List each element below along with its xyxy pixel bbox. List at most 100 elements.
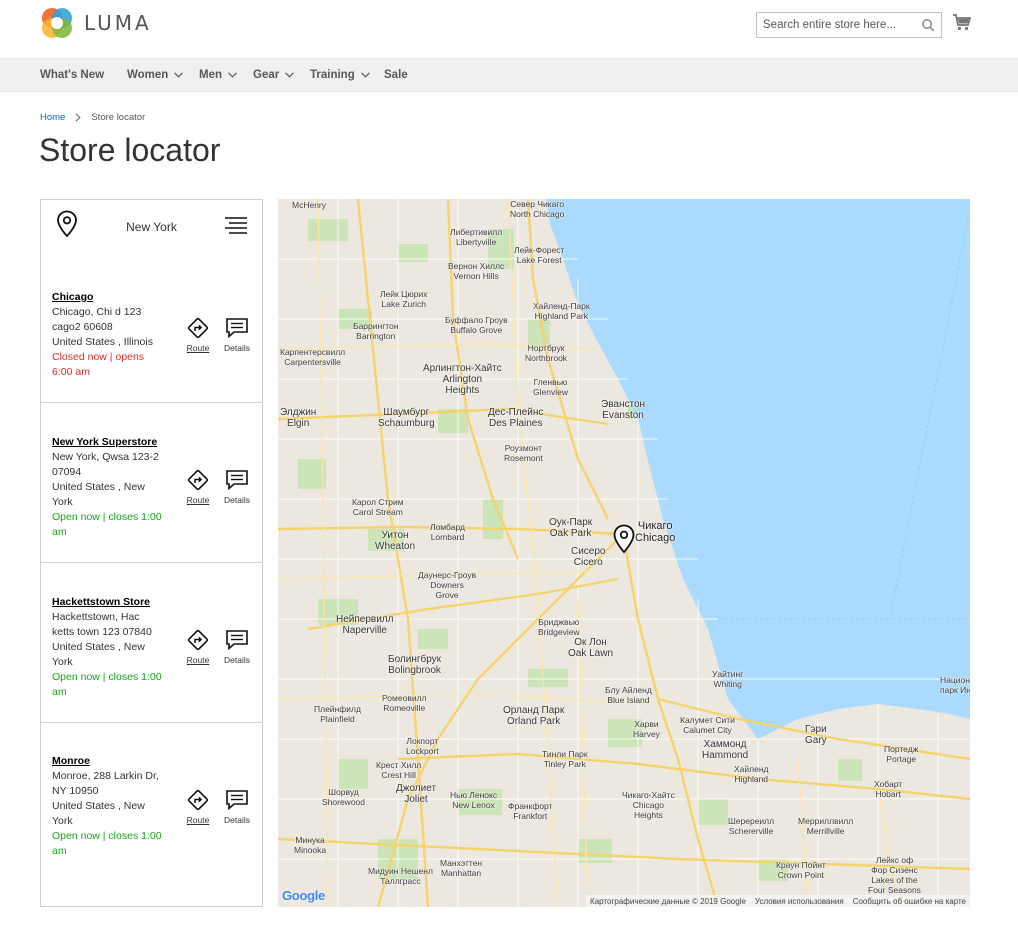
map-label: Плейнфилд Plainfield bbox=[314, 704, 361, 724]
route-label: Route bbox=[186, 655, 210, 665]
chevron-down-icon bbox=[360, 72, 370, 78]
route-button[interactable]: Route bbox=[183, 629, 213, 665]
store-name-link[interactable]: New York Superstore bbox=[52, 435, 174, 450]
store-name-link[interactable]: Monroe bbox=[52, 754, 174, 769]
store-logo[interactable]: LUMA bbox=[40, 6, 152, 40]
store-status: Open now | closes 1:00 bbox=[52, 671, 162, 683]
store-status: am bbox=[52, 845, 67, 857]
map-label: Ок Лон Oak Lawn bbox=[568, 637, 614, 659]
map-label: Карпентерсвилл Carpentersville bbox=[280, 347, 346, 367]
store-status: am bbox=[52, 686, 67, 698]
store-address-line: New York, Qwsa 123-2 bbox=[52, 451, 159, 463]
map-label: Уайтинг Whiting bbox=[712, 669, 744, 689]
map-label: Джолиет Joliet bbox=[396, 783, 437, 805]
search-box bbox=[756, 12, 942, 38]
cart-icon[interactable] bbox=[953, 14, 971, 31]
details-button[interactable]: Details bbox=[222, 789, 252, 825]
map-label: Бриджвью Bridgeview bbox=[538, 617, 580, 637]
store-status: Closed now | opens bbox=[52, 351, 145, 363]
store-list-panel: New York Chicago Chicago, Chi d 123 cago… bbox=[40, 199, 263, 907]
map-label: Нью Ленокс New Lenox bbox=[450, 790, 498, 810]
map-label: Хобарт Hobart bbox=[874, 779, 903, 799]
nav-item-whats-new[interactable]: What's New bbox=[40, 69, 104, 81]
store-address-line: United States , New bbox=[52, 641, 145, 653]
route-icon bbox=[187, 469, 209, 491]
store-address-line: Chicago, Chi d 123 bbox=[52, 306, 142, 318]
map-label: Север Чикаго North Chicago bbox=[510, 199, 565, 219]
nav-item-gear[interactable]: Gear bbox=[253, 69, 295, 81]
map-label: Минука Minooka bbox=[294, 835, 327, 855]
search-icon[interactable] bbox=[921, 18, 935, 32]
nav-item-women[interactable]: Women bbox=[127, 69, 184, 81]
breadcrumb-home-link[interactable]: Home bbox=[40, 112, 65, 123]
map-label: Сисеро Cicero bbox=[571, 546, 606, 568]
details-button[interactable]: Details bbox=[222, 469, 252, 505]
nav-item-training[interactable]: Training bbox=[310, 69, 370, 81]
store-address-line: United States , New bbox=[52, 481, 145, 493]
map-label: Баррингтон Barrington bbox=[353, 321, 399, 341]
chevron-down-icon bbox=[285, 72, 295, 78]
details-button[interactable]: Details bbox=[222, 317, 252, 353]
store-name-link[interactable]: Chicago bbox=[52, 290, 174, 305]
chevron-down-icon bbox=[174, 72, 184, 78]
main-navigation: What's New Women Men Gear Training Sale bbox=[0, 58, 1018, 92]
map-label: Портедж Portage bbox=[884, 744, 919, 764]
map-label: Манхэттен Manhattan bbox=[440, 858, 483, 878]
details-message-icon bbox=[226, 790, 248, 811]
store-map[interactable]: McHenry Север Чикаго North Chicago Либер… bbox=[278, 199, 970, 907]
map-label: Национ парк Ин bbox=[940, 675, 970, 695]
map-label: Уитон Wheaton bbox=[375, 530, 416, 552]
map-label: Эванстон Evanston bbox=[601, 399, 646, 421]
map-report-link[interactable]: Сообщить об ошибке на карте bbox=[853, 897, 966, 906]
map-label: Лейк-Форест Lake Forest bbox=[514, 245, 565, 265]
luma-logo-icon bbox=[42, 8, 72, 38]
map-label: Либертивилл Libertyville bbox=[450, 227, 503, 247]
store-address-line: United States , New bbox=[52, 800, 145, 812]
map-label: Крест Хилл Crest Hill bbox=[376, 760, 422, 780]
breadcrumb-current: Store locator bbox=[91, 112, 146, 123]
map-label: Даунерс-Гроув Downers Grove bbox=[418, 570, 477, 600]
map-label: Буффало Гроув Buffalo Grove bbox=[445, 315, 508, 335]
search-input[interactable] bbox=[757, 13, 917, 37]
map-attribution: Картографические данные © 2019 Google Ус… bbox=[586, 895, 970, 907]
map-label: Мерриллвилл Merrillville bbox=[798, 816, 854, 836]
map-label: Чикаго-Хайтс Chicago Heights bbox=[622, 790, 675, 820]
nav-item-sale[interactable]: Sale bbox=[384, 69, 408, 81]
map-label: Гэри Gary bbox=[805, 724, 827, 746]
store-address-line: York bbox=[52, 656, 73, 668]
details-label: Details bbox=[224, 495, 250, 505]
store-list-header: New York bbox=[41, 200, 262, 260]
map-label: Мидуин Нешенл Таллграсс bbox=[368, 866, 433, 886]
map-label: Краун Пойнт Crown Point bbox=[776, 860, 826, 880]
page-title: Store locator bbox=[39, 132, 221, 168]
map-label: Роузмонт Rosemont bbox=[504, 443, 543, 463]
map-pin-icon[interactable] bbox=[613, 524, 635, 554]
store-address-line: York bbox=[52, 496, 73, 508]
details-label: Details bbox=[224, 343, 250, 353]
map-label: Шорвуд Shorewood bbox=[322, 787, 366, 807]
map-label: Хаммонд Hammond bbox=[702, 739, 749, 761]
store-name-link[interactable]: Hackettstown Store bbox=[52, 595, 174, 610]
filter-menu-icon[interactable] bbox=[225, 216, 247, 234]
store-address-line: 07094 bbox=[52, 466, 82, 478]
map-label: Дес-Плейнс Des Plaines bbox=[488, 407, 544, 429]
map-terms-link[interactable]: Условия использования bbox=[755, 897, 844, 906]
map-label: Хайленд-Парк Highland Park bbox=[533, 301, 590, 321]
map-label: Арлингтон-Хайтс Arlington Heights bbox=[423, 363, 502, 396]
store-address-line: cago2 60608 bbox=[52, 321, 113, 333]
route-button[interactable]: Route bbox=[183, 317, 213, 353]
route-button[interactable]: Route bbox=[183, 469, 213, 505]
chevron-right-icon bbox=[75, 113, 82, 122]
store-item: New York Superstore New York, Qwsa 123-2… bbox=[41, 403, 262, 563]
store-item: Monroe Monroe, 288 Larkin Dr, NY 10950 U… bbox=[41, 723, 262, 883]
details-button[interactable]: Details bbox=[222, 629, 252, 665]
nav-item-label: Sale bbox=[384, 69, 408, 81]
route-button[interactable]: Route bbox=[183, 789, 213, 825]
nav-item-men[interactable]: Men bbox=[199, 69, 237, 81]
store-address-line: ketts town 123 07840 bbox=[52, 626, 152, 638]
map-label: Харви Harvey bbox=[633, 719, 660, 739]
map-label: Орланд Парк Orland Park bbox=[503, 705, 565, 727]
store-item: Chicago Chicago, Chi d 123 cago2 60608 U… bbox=[41, 260, 262, 403]
map-label: Шеререилл Schererville bbox=[728, 816, 775, 836]
map-label: Оук-Парк Oak Park bbox=[549, 517, 593, 539]
